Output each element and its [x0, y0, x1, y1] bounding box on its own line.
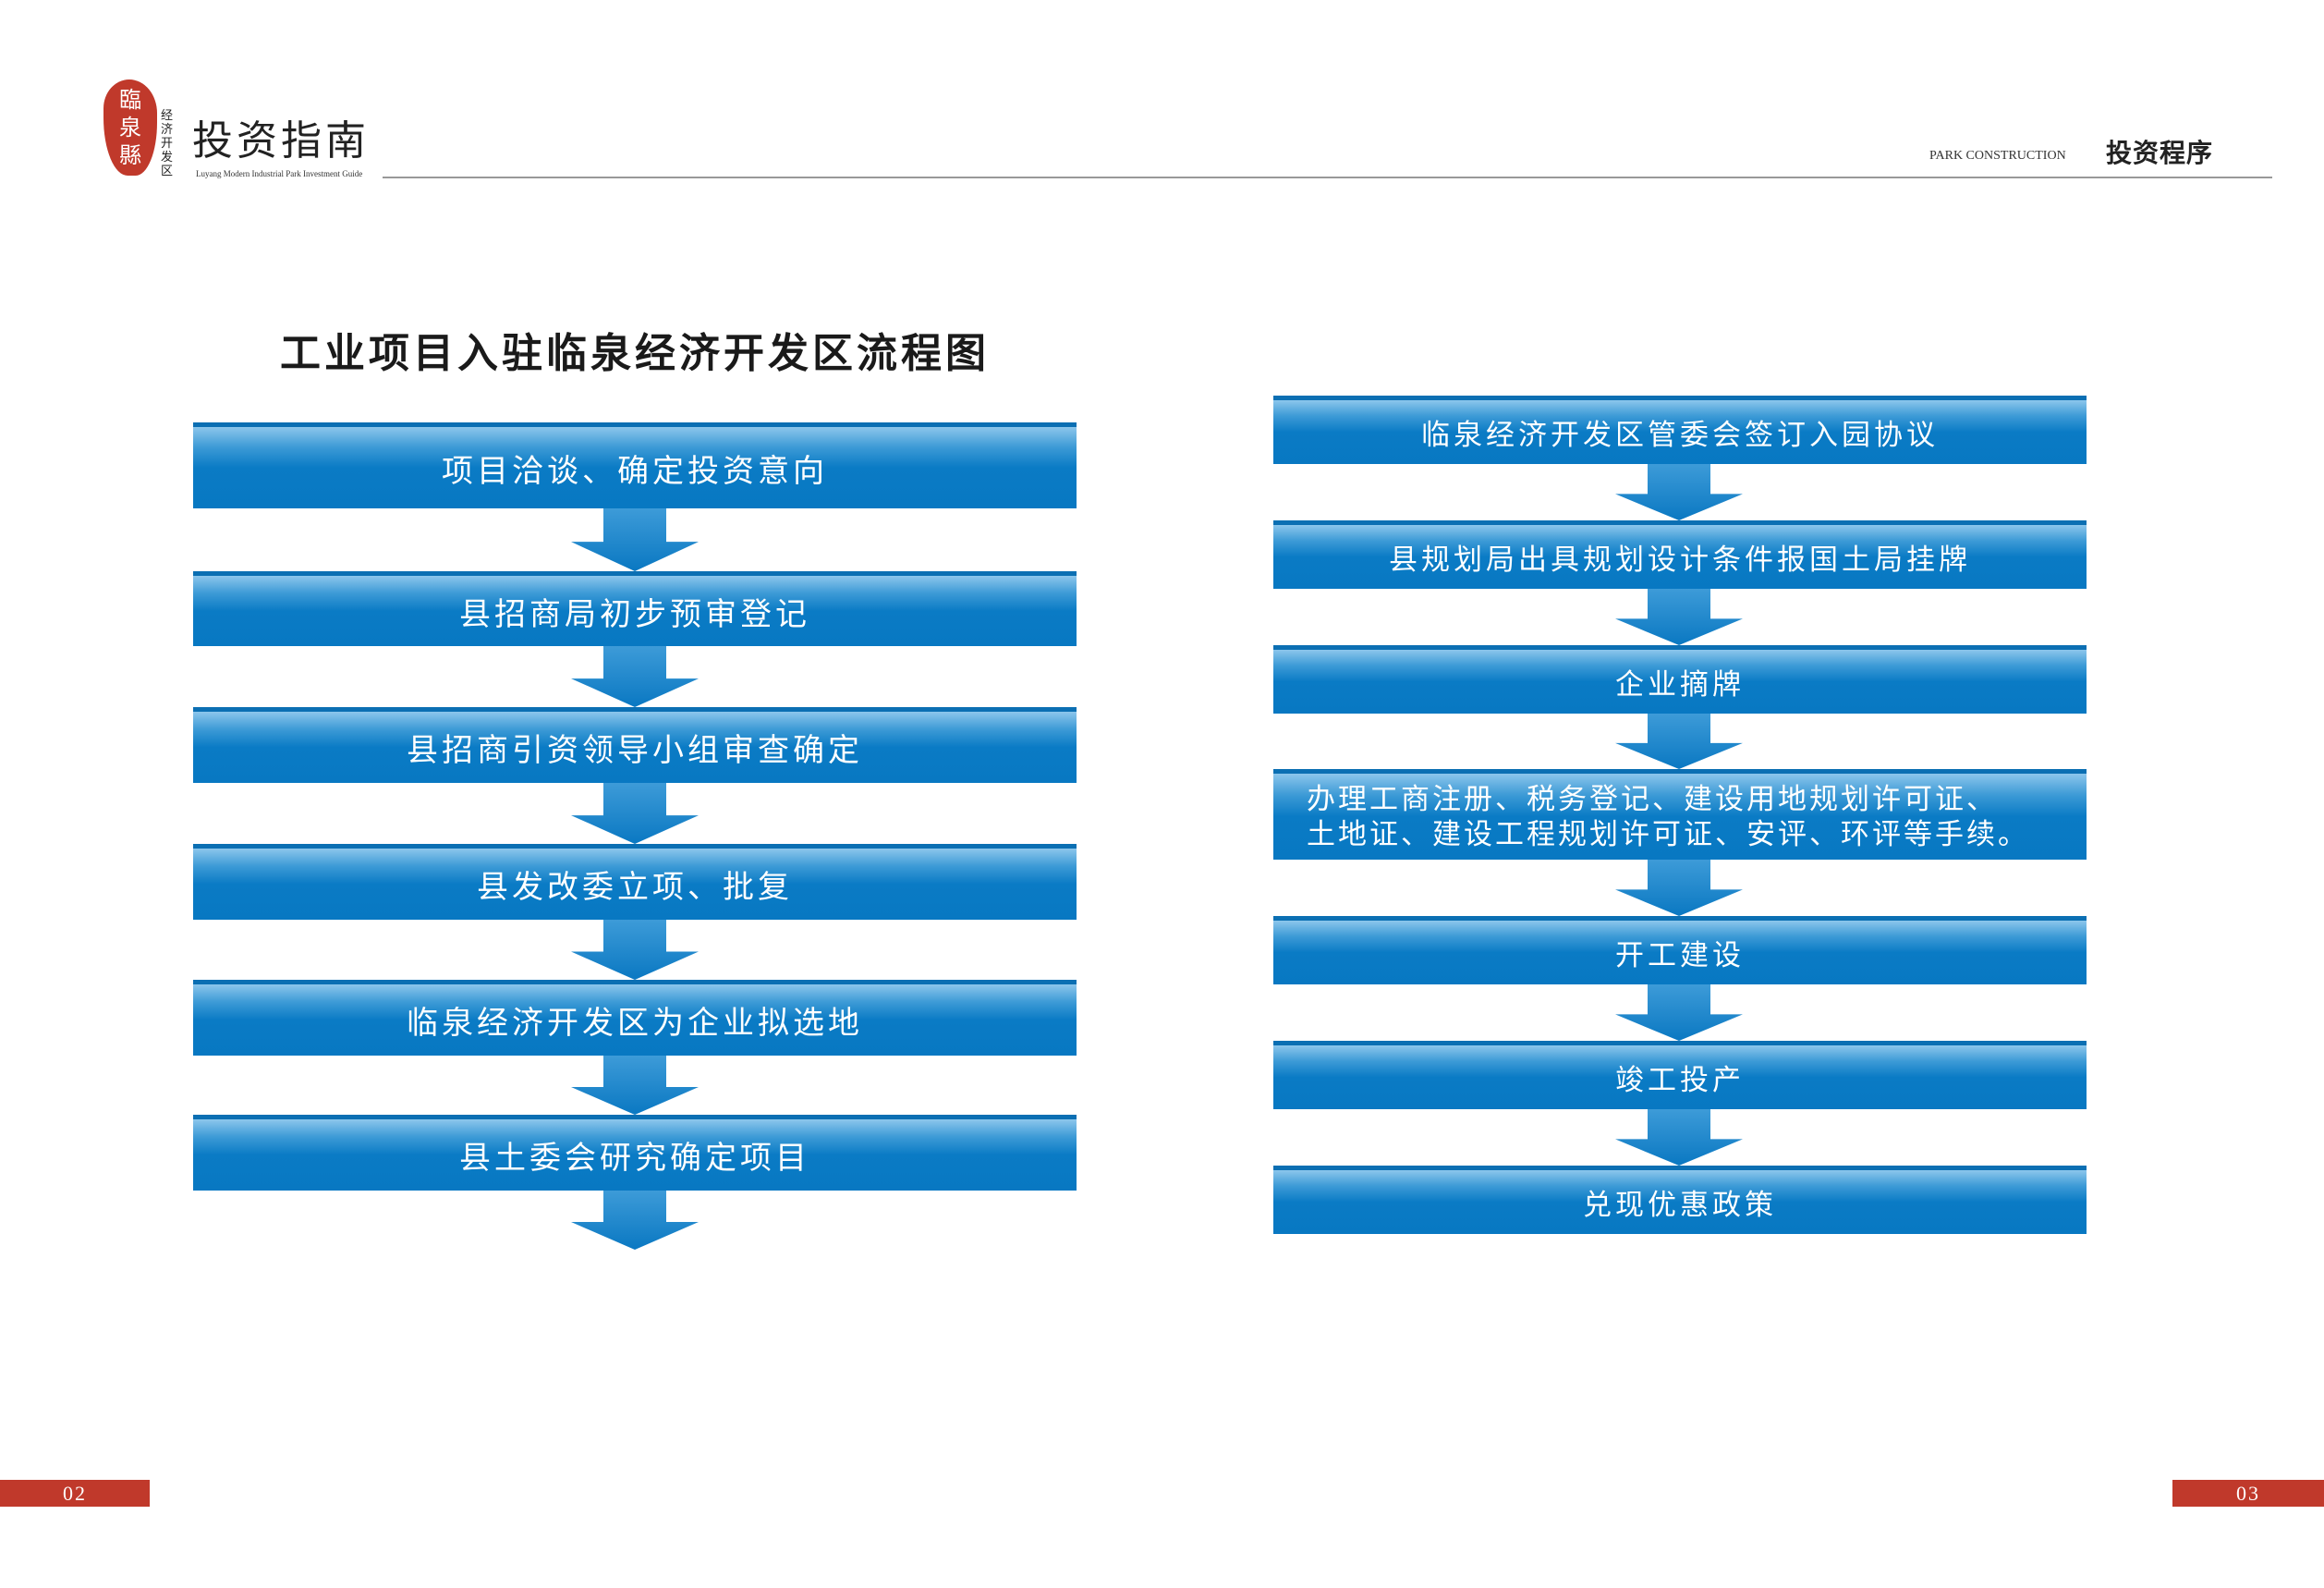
- brand-title: 投资指南: [192, 117, 370, 165]
- flow-step: 企业摘牌: [1273, 645, 2087, 714]
- brand-subtitle: Luyang Modern Industrial Park Investment…: [196, 169, 363, 178]
- seal-char: 泉: [119, 115, 141, 140]
- flow-step: 兑现优惠政策: [1273, 1166, 2087, 1234]
- header-divider: [383, 177, 2272, 178]
- down-arrow-icon: [571, 508, 699, 571]
- logo-seal: 臨 泉 縣: [103, 79, 157, 176]
- flow-step: 办理工商注册、税务登记、建设用地规划许可证、 土地证、建设工程规划许可证、安评、环…: [1273, 769, 2087, 860]
- page-number-left: 02: [0, 1480, 150, 1507]
- vertical-char: 经: [161, 109, 174, 123]
- vertical-char: 开: [161, 137, 174, 151]
- down-arrow-icon: [1615, 589, 1743, 645]
- down-arrow-icon: [571, 1191, 699, 1250]
- down-arrow-icon: [571, 646, 699, 707]
- flow-step: 竣工投产: [1273, 1041, 2087, 1109]
- down-arrow-icon: [571, 783, 699, 844]
- flow-step: 项目洽谈、确定投资意向: [193, 422, 1077, 508]
- section-en: PARK CONSTRUCTION: [1929, 149, 2066, 163]
- down-arrow-icon: [571, 920, 699, 980]
- flow-step: 临泉经济开发区管委会签订入园协议: [1273, 396, 2087, 464]
- down-arrow-icon: [1615, 984, 1743, 1041]
- flow-step: 临泉经济开发区为企业拟选地: [193, 980, 1077, 1056]
- down-arrow-icon: [571, 1056, 699, 1115]
- vertical-char: 济: [161, 123, 174, 137]
- vertical-char: 区: [161, 165, 174, 178]
- flow-step: 县土委会研究确定项目: [193, 1115, 1077, 1191]
- seal-char: 縣: [119, 142, 141, 168]
- flow-step-line: 土地证、建设工程规划许可证、安评、环评等手续。: [1307, 817, 2029, 851]
- flow-step: 县招商引资领导小组审查确定: [193, 707, 1077, 783]
- flow-step-line: 办理工商注册、税务登记、建设用地规划许可证、: [1307, 782, 1998, 816]
- down-arrow-icon: [1615, 1109, 1743, 1166]
- logo-vertical-text: 经 济 开 发 区: [161, 109, 176, 178]
- page-number-right: 03: [2172, 1480, 2324, 1507]
- flow-step: 县规划局出具规划设计条件报国土局挂牌: [1273, 520, 2087, 589]
- page-title: 工业项目入驻临泉经济开发区流程图: [280, 330, 990, 377]
- flow-step: 开工建设: [1273, 916, 2087, 984]
- flow-step: 县招商局初步预审登记: [193, 571, 1077, 646]
- section-title: 投资程序: [2106, 138, 2214, 168]
- vertical-char: 发: [161, 151, 174, 165]
- down-arrow-icon: [1615, 714, 1743, 769]
- down-arrow-icon: [1615, 464, 1743, 520]
- flow-step: 县发改委立项、批复: [193, 844, 1077, 920]
- down-arrow-icon: [1615, 860, 1743, 916]
- seal-char: 臨: [119, 87, 141, 113]
